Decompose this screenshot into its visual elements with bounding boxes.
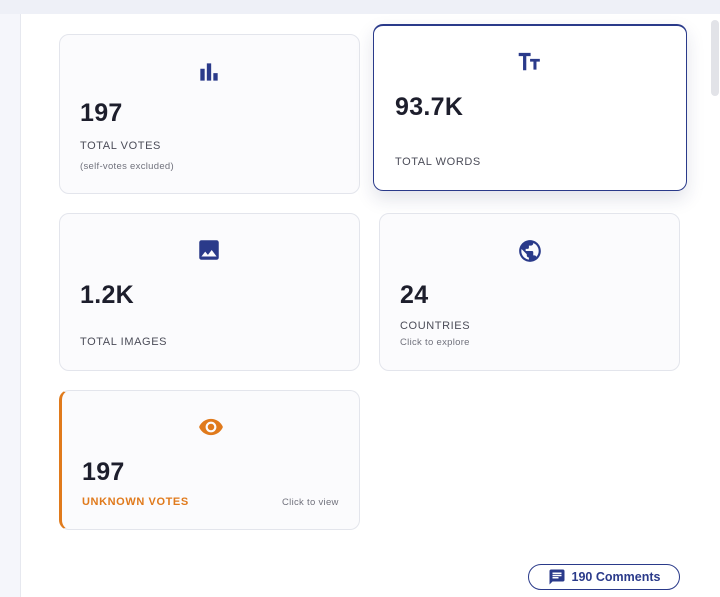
unknown-votes-view-hint[interactable]: Click to view (282, 497, 339, 508)
eye-icon (198, 414, 224, 440)
text-size-icon (516, 48, 542, 74)
countries-card[interactable]: 24 COUNTRIES Click to explore (379, 213, 680, 371)
total-words-card[interactable]: 93.7K TOTAL WORDS (373, 24, 687, 191)
countries-label: COUNTRIES (400, 320, 471, 332)
comments-button[interactable]: 190 Comments (528, 564, 680, 590)
comments-button-label: 190 Comments (571, 570, 661, 584)
scrollbar-track[interactable] (700, 14, 720, 597)
total-votes-value: 197 (80, 99, 123, 127)
scrollbar-thumb[interactable] (711, 20, 719, 96)
comment-icon (548, 568, 566, 586)
unknown-votes-value: 197 (82, 458, 125, 486)
total-images-card[interactable]: 1.2K TOTAL IMAGES (59, 213, 360, 371)
globe-icon (517, 238, 543, 264)
total-votes-card[interactable]: 197 TOTAL VOTES (self-votes excluded) (59, 34, 360, 194)
unknown-votes-card[interactable]: 197 UNKNOWN VOTES Click to view (59, 390, 360, 530)
countries-value: 24 (400, 281, 429, 309)
total-words-label: TOTAL WORDS (395, 156, 481, 168)
image-icon (196, 237, 222, 263)
total-images-label: TOTAL IMAGES (80, 336, 168, 348)
top-band (0, 0, 720, 14)
unknown-votes-label: UNKNOWN VOTES (82, 496, 189, 508)
total-words-value: 93.7K (395, 93, 464, 121)
total-images-value: 1.2K (80, 281, 135, 309)
countries-explore-hint[interactable]: Click to explore (400, 337, 470, 348)
total-votes-note: (self-votes excluded) (80, 161, 174, 172)
total-votes-label: TOTAL VOTES (80, 140, 161, 152)
bar-chart-icon (196, 59, 222, 85)
